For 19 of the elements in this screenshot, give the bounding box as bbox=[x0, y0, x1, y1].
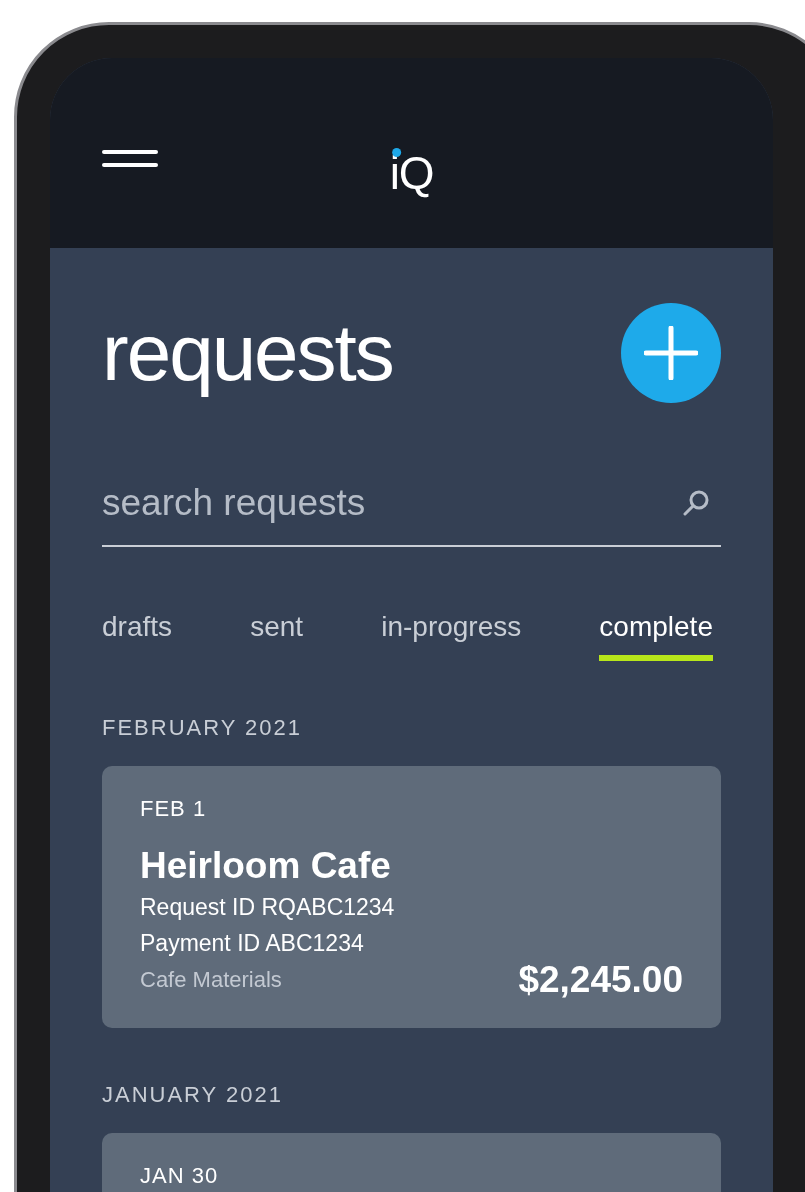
search-input[interactable]: search requests bbox=[102, 475, 681, 531]
filter-tab[interactable]: in-progress bbox=[381, 612, 522, 661]
menu-icon[interactable] bbox=[102, 149, 158, 167]
section-heading: JANUARY 2021 bbox=[102, 1080, 284, 1109]
filter-tab[interactable]: complete bbox=[599, 612, 713, 661]
plus-icon bbox=[644, 326, 698, 380]
request-date: JAN 30 bbox=[140, 1161, 220, 1190]
amount: $2,245.00 bbox=[518, 960, 683, 998]
request-card[interactable]: FEB 1 Heirloom Cafe Request ID RQABC1234 Payment ID ABC1234 Cafe Materials $2,245.00 bbox=[102, 765, 721, 1028]
category: Cafe Materials bbox=[140, 965, 282, 994]
payment-id: Payment ID ABC1234 bbox=[140, 928, 365, 958]
filter-tab[interactable]: sent bbox=[250, 612, 304, 661]
request-card[interactable]: JAN 30 bbox=[102, 1132, 721, 1192]
filter-tab[interactable]: drafts bbox=[102, 612, 173, 661]
request-date: FEB 1 bbox=[140, 794, 208, 823]
section-heading: FEBRUARY 2021 bbox=[102, 713, 304, 742]
logo: iQ bbox=[389, 150, 434, 196]
merchant-name: Heirloom Cafe bbox=[140, 843, 392, 888]
request-id: Request ID RQABC1234 bbox=[140, 892, 396, 922]
